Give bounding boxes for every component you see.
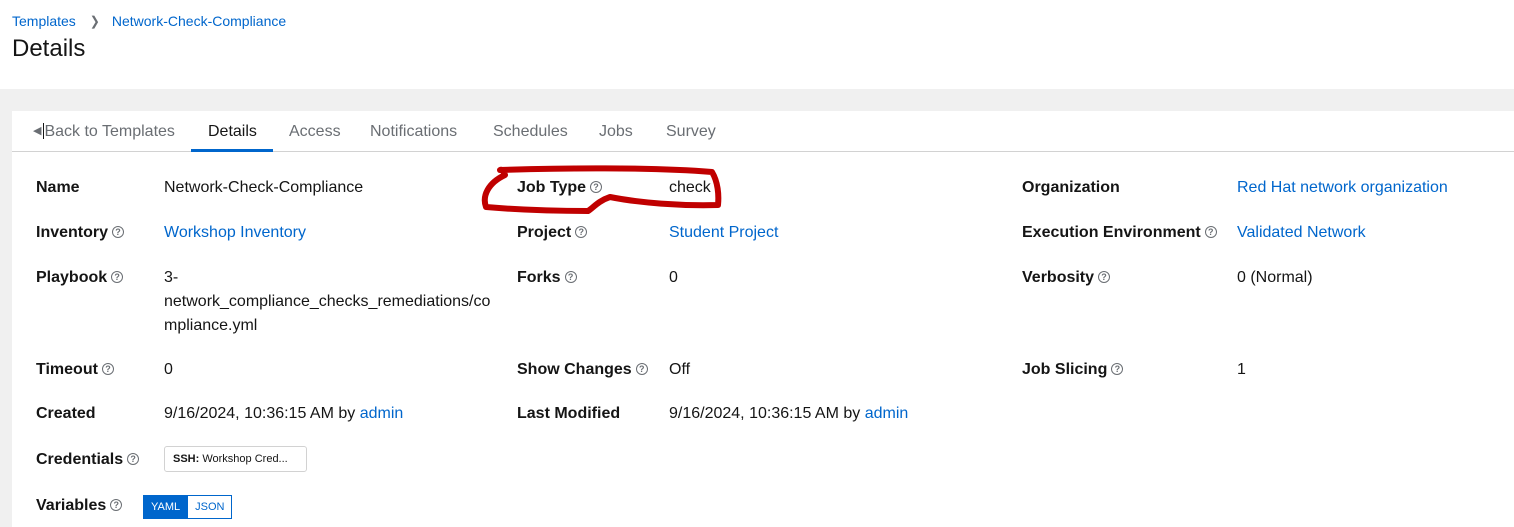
execution-environment-label-text: Execution Environment xyxy=(1022,224,1201,241)
tab-survey[interactable]: Survey xyxy=(666,111,716,152)
playbook-line-1: 3- xyxy=(164,269,179,286)
inventory-value: Workshop Inventory xyxy=(164,221,306,245)
help-icon[interactable]: ? xyxy=(127,453,140,465)
timeout-value: 0 xyxy=(164,361,173,378)
project-label-text: Project xyxy=(517,224,572,241)
credentials-label: Credentials? xyxy=(36,451,140,469)
page-title: Details xyxy=(12,35,86,62)
show-changes-value: Off xyxy=(669,361,691,378)
last-modified-label: Last Modified xyxy=(517,405,621,422)
json-toggle-button[interactable]: JSON xyxy=(188,495,233,519)
tab-back-label: Back to Templates xyxy=(44,123,175,140)
inventory-label: Inventory? xyxy=(36,224,125,242)
name-value: Network-Check-Compliance xyxy=(164,179,364,196)
verbosity-label: Verbosity? xyxy=(1022,269,1111,287)
caret-left-icon: ◀ xyxy=(33,125,42,137)
job-slicing-label-text: Job Slicing xyxy=(1022,361,1108,378)
help-icon[interactable]: ? xyxy=(1204,226,1217,238)
help-icon[interactable]: ? xyxy=(564,271,577,283)
help-icon[interactable]: ? xyxy=(112,226,125,238)
job-type-label: Job Type? xyxy=(517,179,603,197)
playbook-label: Playbook? xyxy=(36,269,124,287)
job-slicing-value: 1 xyxy=(1237,361,1246,378)
breadcrumb: Templates ❯ Network-Check-Compliance xyxy=(12,13,286,29)
created-timestamp: 9/16/2024, 10:36:15 AM by xyxy=(164,405,356,422)
timeout-label-text: Timeout xyxy=(36,361,98,378)
execution-environment-value: Validated Network xyxy=(1237,221,1366,245)
show-changes-label-text: Show Changes xyxy=(517,361,632,378)
job-type-label-text: Job Type xyxy=(517,179,587,196)
forks-value: 0 xyxy=(669,269,678,286)
show-changes-label: Show Changes? xyxy=(517,361,648,379)
tab-notifications[interactable]: Notifications xyxy=(370,111,457,152)
help-icon[interactable]: ? xyxy=(101,363,114,375)
tab-back-to-templates[interactable]: ◀ Back to Templates xyxy=(33,111,175,152)
project-label: Project? xyxy=(517,224,588,242)
organization-value: Red Hat network organization xyxy=(1237,176,1448,200)
credential-chip-type: SSH: xyxy=(173,453,200,465)
help-icon[interactable]: ? xyxy=(1098,271,1111,283)
organization-link[interactable]: Red Hat network organization xyxy=(1237,179,1448,196)
organization-label: Organization xyxy=(1022,179,1120,196)
playbook-label-text: Playbook xyxy=(36,269,108,286)
breadcrumb-templates-link[interactable]: Templates xyxy=(12,13,76,29)
variables-label: Variables? xyxy=(36,497,123,515)
tab-bar: ◀ Back to Templates Details Access Notifi… xyxy=(12,111,1514,152)
help-icon[interactable]: ? xyxy=(1111,363,1124,375)
breadcrumb-current-link[interactable]: Network-Check-Compliance xyxy=(112,13,286,29)
page-header: Templates ❯ Network-Check-Compliance Det… xyxy=(0,0,1514,89)
execution-environment-link[interactable]: Validated Network xyxy=(1237,224,1366,241)
verbosity-label-text: Verbosity xyxy=(1022,269,1095,286)
variables-format-toggle: YAML JSON xyxy=(143,495,233,519)
job-slicing-label: Job Slicing? xyxy=(1022,361,1124,379)
playbook-line-3: mpliance.yml xyxy=(164,317,258,334)
chevron-right-icon: ❯ xyxy=(89,13,100,29)
timeout-label: Timeout? xyxy=(36,361,114,379)
details-card: ◀ Back to Templates Details Access Notifi… xyxy=(12,111,1514,527)
tab-jobs[interactable]: Jobs xyxy=(599,111,633,152)
created-value: 9/16/2024, 10:36:15 AM by admin xyxy=(164,402,403,426)
help-icon[interactable]: ? xyxy=(110,499,123,511)
job-type-value: check xyxy=(669,179,711,196)
tab-access[interactable]: Access xyxy=(289,111,341,152)
created-label: Created xyxy=(36,405,96,422)
execution-environment-label: Execution Environment? xyxy=(1022,224,1217,242)
credentials-label-text: Credentials xyxy=(36,451,124,468)
variables-label-text: Variables xyxy=(36,497,107,514)
help-icon[interactable]: ? xyxy=(575,226,588,238)
inventory-link[interactable]: Workshop Inventory xyxy=(164,224,306,241)
tab-schedules[interactable]: Schedules xyxy=(493,111,568,152)
help-icon[interactable]: ? xyxy=(590,181,603,193)
verbosity-value: 0 (Normal) xyxy=(1237,269,1313,286)
playbook-line-2: network_compliance_checks_remediations/c… xyxy=(164,293,491,310)
playbook-value: 3- network_compliance_checks_remediation… xyxy=(164,266,490,338)
yaml-toggle-button[interactable]: YAML xyxy=(143,495,189,519)
credential-chip-value: Workshop Cred... xyxy=(202,453,288,465)
forks-label: Forks? xyxy=(517,269,577,287)
modified-by-user-link[interactable]: admin xyxy=(865,405,909,422)
last-modified-value: 9/16/2024, 10:36:15 AM by admin xyxy=(669,402,908,426)
help-icon[interactable]: ? xyxy=(111,271,124,283)
help-icon[interactable]: ? xyxy=(635,363,648,375)
last-modified-timestamp: 9/16/2024, 10:36:15 AM by xyxy=(669,405,861,422)
name-label: Name xyxy=(36,179,80,196)
project-link[interactable]: Student Project xyxy=(669,224,778,241)
credential-chip[interactable]: SSH: Workshop Cred... xyxy=(164,446,307,472)
inventory-label-text: Inventory xyxy=(36,224,109,241)
forks-label-text: Forks xyxy=(517,269,561,286)
project-value: Student Project xyxy=(669,221,778,245)
created-by-user-link[interactable]: admin xyxy=(360,405,404,422)
tab-details[interactable]: Details xyxy=(191,111,273,152)
